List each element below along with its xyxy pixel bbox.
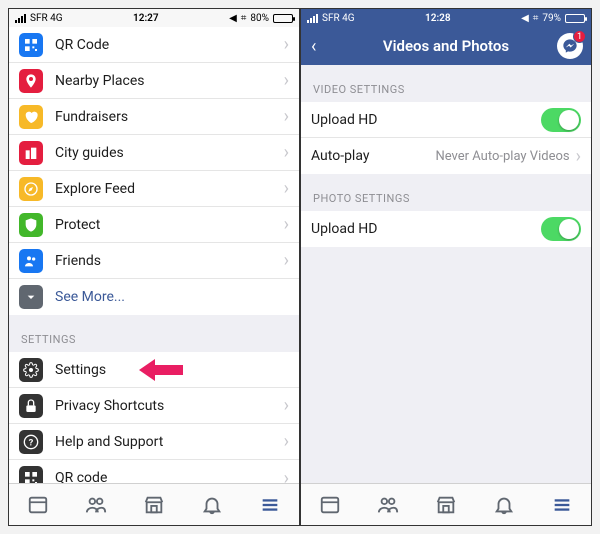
settings-section-header: SETTINGS	[9, 315, 299, 352]
battery-pct: 79%	[542, 13, 561, 24]
tab-menu[interactable]	[241, 494, 299, 516]
location-icon: ◀	[229, 13, 237, 24]
tab-friends[interactable]	[359, 494, 417, 516]
menu-item-help-and-support[interactable]: ? Help and Support›	[9, 424, 299, 460]
tab-marketplace[interactable]	[417, 494, 475, 516]
chevron-right-icon: ›	[284, 106, 289, 127]
status-bar: SFR 4G 12:27 ◀ ⌗ 80%	[9, 9, 299, 27]
battery-icon	[273, 14, 293, 23]
menu-item-label: Privacy Shortcuts	[55, 398, 284, 414]
photo-section-header: PHOTO SETTINGS	[301, 174, 591, 211]
chevron-right-icon: ›	[284, 468, 289, 484]
menu-item-label: Protect	[55, 217, 284, 233]
lock-icon	[19, 394, 43, 418]
help-icon: ?	[19, 430, 43, 454]
messenger-badge: 1	[573, 30, 586, 43]
location-icon: ◀	[521, 13, 529, 24]
chevron-right-icon: ›	[284, 34, 289, 55]
menu-item-explore-feed[interactable]: Explore Feed›	[9, 171, 299, 207]
friends-icon	[19, 249, 43, 273]
qr-icon	[19, 33, 43, 57]
shield-icon	[19, 213, 43, 237]
carrier-label: SFR 4G	[322, 13, 355, 24]
tab-feed[interactable]	[9, 494, 67, 516]
chevron-right-icon: ›	[576, 146, 581, 167]
menu-item-qr-code[interactable]: QR Code›	[9, 27, 299, 63]
chevron-right-icon: ›	[284, 70, 289, 91]
back-button[interactable]: ‹	[311, 36, 316, 57]
city-icon	[19, 141, 43, 165]
menu-item-city-guides[interactable]: City guides›	[9, 135, 299, 171]
signal-icon	[307, 14, 318, 23]
tab-bar	[301, 483, 591, 525]
menu-item-label: City guides	[55, 145, 284, 161]
right-screenshot: SFR 4G 12:28 ◀ ⌗ 79% ‹ Videos and Photos…	[300, 8, 592, 526]
setting-value: Never Auto-play Videos	[435, 149, 569, 164]
menu-item-label: Explore Feed	[55, 181, 284, 197]
tab-bar	[9, 483, 299, 525]
qr-icon	[19, 466, 43, 483]
menu-item-label: Help and Support	[55, 434, 284, 450]
bluetooth-icon: ⌗	[241, 13, 247, 24]
menu-item-friends[interactable]: Friends›	[9, 243, 299, 279]
messenger-button[interactable]: 1	[557, 33, 583, 59]
menu-item-privacy-shortcuts[interactable]: Privacy Shortcuts›	[9, 388, 299, 424]
tab-feed[interactable]	[301, 494, 359, 516]
menu-item-fundraisers[interactable]: Fundraisers›	[9, 99, 299, 135]
menu-item-settings[interactable]: Settings	[9, 352, 299, 388]
setting-row-auto-play[interactable]: Auto-playNever Auto-play Videos ›	[301, 138, 591, 174]
menu-item-label: Fundraisers	[55, 109, 284, 125]
menu-item-see-more[interactable]: See More...	[9, 279, 299, 315]
nav-bar: ‹ Videos and Photos 1	[301, 27, 591, 65]
setting-label: Upload HD	[311, 221, 541, 237]
setting-row-upload-hd[interactable]: Upload HD	[301, 102, 591, 138]
nav-title: Videos and Photos	[383, 37, 509, 55]
setting-label: Auto-play	[311, 148, 435, 164]
menu-item-label: QR Code	[55, 37, 284, 53]
toggle-switch[interactable]	[541, 108, 581, 132]
heart-icon	[19, 105, 43, 129]
tab-friends[interactable]	[67, 494, 125, 516]
menu-item-label: Nearby Places	[55, 73, 284, 89]
toggle-switch[interactable]	[541, 217, 581, 241]
tab-menu[interactable]	[533, 494, 591, 516]
tab-marketplace[interactable]	[125, 494, 183, 516]
setting-row-upload-hd[interactable]: Upload HD	[301, 211, 591, 247]
menu-item-nearby-places[interactable]: Nearby Places›	[9, 63, 299, 99]
highlight-arrow-icon	[139, 357, 183, 383]
menu-item-label: See More...	[55, 289, 289, 305]
menu-item-qr-code[interactable]: QR code›	[9, 460, 299, 483]
tab-notifications[interactable]	[475, 494, 533, 516]
gear-icon	[19, 358, 43, 382]
chevron-right-icon: ›	[284, 178, 289, 199]
carrier-label: SFR 4G	[30, 13, 63, 24]
battery-icon	[565, 14, 585, 23]
menu-item-label: Friends	[55, 253, 284, 269]
chevron-right-icon: ›	[284, 214, 289, 235]
chevron-right-icon: ›	[284, 250, 289, 271]
left-screenshot: SFR 4G 12:27 ◀ ⌗ 80% QR Code›Nearby Plac…	[8, 8, 300, 526]
menu-content: QR Code›Nearby Places›Fundraisers›City g…	[9, 27, 299, 483]
svg-text:?: ?	[29, 437, 34, 448]
chevron-right-icon: ›	[284, 431, 289, 452]
settings-content: VIDEO SETTINGS Upload HD Auto-playNever A…	[301, 65, 591, 483]
chevron-right-icon: ›	[284, 142, 289, 163]
tab-notifications[interactable]	[183, 494, 241, 516]
setting-label: Upload HD	[311, 112, 541, 128]
compass-icon	[19, 177, 43, 201]
chevdown-icon	[19, 285, 43, 309]
clock: 12:28	[425, 13, 451, 24]
pin-icon	[19, 69, 43, 93]
battery-pct: 80%	[250, 13, 269, 24]
video-section-header: VIDEO SETTINGS	[301, 65, 591, 102]
signal-icon	[15, 14, 26, 23]
menu-item-label: QR code	[55, 470, 284, 483]
clock: 12:27	[133, 13, 159, 24]
status-bar: SFR 4G 12:28 ◀ ⌗ 79%	[301, 9, 591, 27]
chevron-right-icon: ›	[284, 395, 289, 416]
menu-item-protect[interactable]: Protect›	[9, 207, 299, 243]
bluetooth-icon: ⌗	[533, 13, 539, 24]
